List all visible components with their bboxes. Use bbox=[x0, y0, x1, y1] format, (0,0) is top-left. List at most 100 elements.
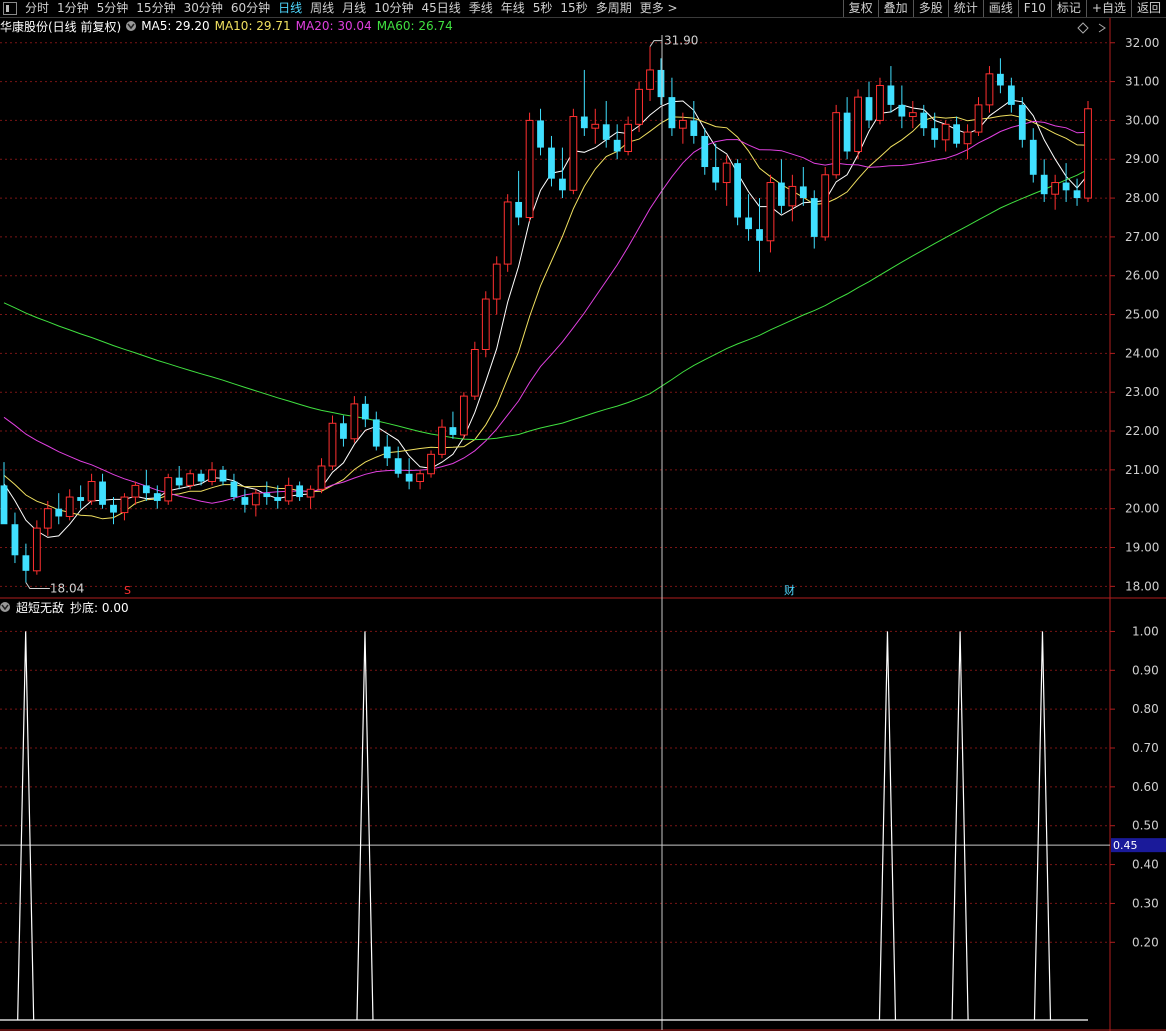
ind-tick-label: 0.90 bbox=[1132, 663, 1159, 677]
candle-down bbox=[361, 403, 369, 420]
candle-up bbox=[635, 88, 643, 125]
candle-down bbox=[219, 469, 227, 482]
candle-down bbox=[559, 178, 566, 191]
candle-up bbox=[164, 477, 173, 502]
candle-up bbox=[43, 508, 52, 529]
candle-up bbox=[821, 174, 830, 238]
candle-up bbox=[470, 349, 479, 397]
candle-down bbox=[515, 201, 523, 218]
candle-down bbox=[580, 116, 588, 129]
candle-up bbox=[328, 422, 337, 467]
candle-down bbox=[1062, 182, 1070, 191]
price-tick-label: 27.00 bbox=[1125, 230, 1159, 244]
candle-down bbox=[778, 182, 785, 206]
candle-up bbox=[832, 112, 841, 176]
price-tick-label: 20.00 bbox=[1125, 502, 1159, 516]
candle-up bbox=[350, 403, 359, 440]
candle-up bbox=[87, 481, 96, 502]
crosshair-value: 0.45 bbox=[1113, 839, 1138, 852]
ind-tick-label: 0.70 bbox=[1132, 741, 1159, 755]
candle-down bbox=[613, 139, 621, 152]
price-tick-label: 23.00 bbox=[1125, 385, 1159, 399]
candle-up bbox=[624, 123, 633, 152]
candle-up bbox=[908, 112, 917, 118]
candle-up bbox=[438, 426, 446, 455]
candle-up bbox=[876, 84, 884, 121]
candle-up bbox=[65, 496, 74, 517]
candle-down bbox=[340, 423, 347, 439]
candle-down bbox=[153, 493, 161, 501]
candle-down bbox=[296, 485, 304, 498]
candle-down bbox=[920, 112, 928, 129]
ind-tick-label: 0.40 bbox=[1132, 858, 1159, 872]
candle-down bbox=[657, 69, 665, 98]
price-tick-label: 31.00 bbox=[1125, 75, 1159, 89]
candle-down bbox=[274, 497, 282, 501]
candle-up bbox=[306, 488, 315, 498]
ind-tick-label: 0.30 bbox=[1132, 896, 1159, 910]
candle-up bbox=[788, 185, 797, 207]
candle-up bbox=[186, 473, 195, 486]
price-tick-label: 32.00 bbox=[1125, 36, 1159, 50]
candle-down bbox=[110, 504, 117, 513]
price-tick-label: 28.00 bbox=[1125, 191, 1159, 205]
candle-down bbox=[756, 229, 763, 241]
ma10-line bbox=[3, 114, 1089, 520]
candle-down bbox=[745, 217, 752, 230]
candle-down bbox=[548, 147, 555, 179]
candle-up bbox=[591, 123, 600, 129]
candle-up bbox=[678, 119, 687, 129]
price-tick-label: 30.00 bbox=[1125, 113, 1159, 127]
layout-diamond-icon bbox=[1077, 22, 1089, 34]
marker-s: S bbox=[124, 584, 131, 597]
candle-up bbox=[208, 469, 216, 483]
high-pointer bbox=[649, 40, 663, 47]
candle-down bbox=[77, 497, 85, 501]
candle-down bbox=[931, 128, 939, 140]
price-tick-label: 21.00 bbox=[1125, 463, 1159, 477]
ind-tick-label: 0.60 bbox=[1132, 780, 1159, 794]
candle-down bbox=[449, 427, 457, 435]
candle-down bbox=[810, 198, 818, 237]
candle-down bbox=[230, 481, 238, 498]
ma60-line bbox=[3, 168, 1089, 441]
candle-down bbox=[405, 473, 413, 482]
price-tick-label: 26.00 bbox=[1125, 269, 1159, 283]
candle-up bbox=[427, 453, 435, 475]
candle-up bbox=[985, 73, 994, 106]
candle-down bbox=[55, 508, 63, 517]
ind-tick-label: 0.50 bbox=[1132, 819, 1159, 833]
candle-down bbox=[383, 446, 391, 459]
price-tick-label: 18.00 bbox=[1125, 579, 1159, 593]
candle-down bbox=[241, 497, 249, 505]
candle-up bbox=[646, 69, 654, 90]
candle-down bbox=[887, 85, 895, 105]
price-tick-label: 25.00 bbox=[1125, 308, 1159, 322]
candle-up bbox=[32, 527, 41, 572]
candle-down bbox=[142, 485, 150, 494]
candle-down bbox=[668, 97, 676, 129]
candle-up bbox=[503, 201, 512, 265]
candle-down bbox=[898, 104, 906, 117]
candle-down bbox=[843, 112, 851, 152]
candle-down bbox=[953, 124, 961, 144]
candle-up bbox=[525, 119, 534, 218]
candle-down bbox=[372, 419, 380, 447]
kline-chart[interactable]: 32.00 31.00 30.00 29.00 28.00 27.00 26.00 25.00… bbox=[0, 0, 1166, 1031]
high-label: 31.90 bbox=[664, 34, 698, 48]
candle-down bbox=[602, 124, 610, 140]
expand-arrow-icon bbox=[1098, 23, 1106, 33]
candle-down bbox=[1029, 139, 1037, 175]
candle-up bbox=[963, 131, 972, 145]
candle-up bbox=[131, 484, 140, 498]
candle-down bbox=[865, 97, 873, 121]
candle-down bbox=[263, 493, 271, 498]
candle-up bbox=[251, 492, 260, 506]
candle-up bbox=[941, 123, 950, 141]
candle-down bbox=[799, 186, 807, 199]
candle-down bbox=[734, 163, 742, 218]
price-tick-label: 29.00 bbox=[1125, 152, 1159, 166]
candle-down bbox=[537, 120, 544, 148]
ind-tick-label: 0.80 bbox=[1132, 702, 1159, 716]
candle-down bbox=[11, 524, 19, 556]
